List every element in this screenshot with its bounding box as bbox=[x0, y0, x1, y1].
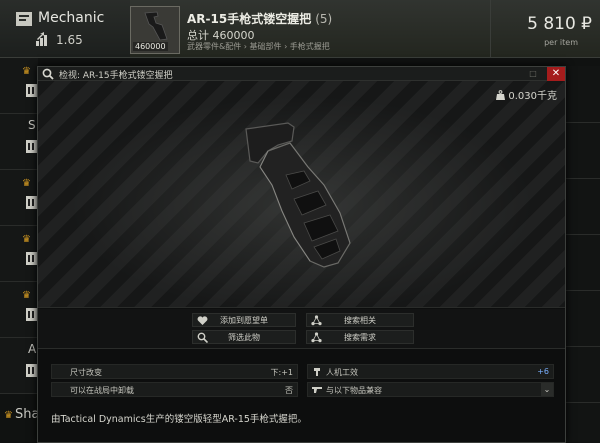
thumb-count: 460000 bbox=[133, 42, 168, 51]
search-needs-button[interactable]: 搜索需求 bbox=[306, 330, 414, 344]
divider bbox=[566, 402, 600, 403]
container-icon bbox=[26, 140, 37, 153]
offer-price-box: 5 810 ₽ per item bbox=[490, 0, 600, 58]
item-description: 由Tactical Dynamics生产的镂空版轻型AR-15手枪式握把。 bbox=[51, 414, 307, 425]
divider bbox=[566, 290, 600, 291]
item-stats: 尺寸改变 下:+1 人机工效 +6 可以在战局中卸载 否 与以下物品兼容 ⌄ bbox=[38, 350, 565, 400]
pistol-grip-render[interactable] bbox=[228, 115, 378, 275]
crown-icon: ♛ bbox=[22, 178, 31, 189]
trader-standing: 1.65 bbox=[56, 33, 83, 47]
container-icon bbox=[26, 364, 37, 377]
stat-removable-in-raid: 可以在战局中卸载 否 bbox=[51, 382, 298, 397]
list-item[interactable]: ♛ bbox=[0, 170, 38, 226]
search-related-label: 搜索相关 bbox=[344, 316, 376, 325]
search-needs-label: 搜索需求 bbox=[344, 333, 376, 342]
list-item[interactable]: A bbox=[0, 338, 38, 394]
hand-icon bbox=[314, 368, 320, 376]
list-item[interactable]: ♛ bbox=[0, 282, 38, 338]
row-letter: A bbox=[28, 342, 37, 356]
offer-title[interactable]: AR-15手枪式镂空握把 (5) bbox=[187, 10, 332, 27]
magnifier-icon bbox=[42, 68, 54, 80]
trader-name: Mechanic bbox=[38, 10, 105, 26]
bottom-row-text: Sha bbox=[14, 407, 40, 422]
background-right-strip bbox=[566, 66, 600, 443]
item-actions: 添加到愿望单 搜索相关 筛选此物 搜索需求 bbox=[38, 309, 565, 349]
crown-icon: ♛ bbox=[4, 410, 13, 421]
stat-label: 人机工效 bbox=[326, 368, 358, 377]
stat-value: 否 bbox=[285, 386, 293, 395]
offer-title-text: AR-15手枪式镂空握把 bbox=[187, 12, 312, 26]
trader-icon bbox=[16, 12, 32, 26]
per-item-label: per item bbox=[544, 38, 578, 47]
list-item[interactable]: ♛ bbox=[0, 226, 38, 282]
divider bbox=[566, 234, 600, 235]
stat-label: 可以在战局中卸载 bbox=[70, 386, 134, 395]
bottom-row-label[interactable]: ♛ Sha bbox=[0, 407, 39, 422]
divider bbox=[566, 346, 600, 347]
add-to-wishlist-button[interactable]: 添加到愿望单 bbox=[192, 313, 296, 327]
stat-label: 尺寸改变 bbox=[70, 368, 102, 377]
crown-icon: ♛ bbox=[22, 290, 31, 301]
stat-ergonomics: 人机工效 +6 bbox=[307, 364, 554, 379]
trader-header[interactable]: Mechanic 1.65 bbox=[0, 0, 130, 58]
search-related-button[interactable]: 搜索相关 bbox=[306, 313, 414, 327]
inspect-titlebar[interactable]: 检视: AR-15手枪式镂空握把 □ ✕ bbox=[38, 67, 565, 81]
offer-quantity: (5) bbox=[315, 12, 333, 26]
item-weight-value: 0.030千克 bbox=[508, 91, 557, 102]
offer-price: 5 810 ₽ bbox=[527, 14, 592, 34]
filter-by-item-label: 筛选此物 bbox=[228, 333, 260, 342]
filter-by-item-button[interactable]: 筛选此物 bbox=[192, 330, 296, 344]
stat-compatible-with[interactable]: 与以下物品兼容 ⌄ bbox=[307, 382, 554, 397]
pistol-grip-icon bbox=[144, 11, 168, 41]
container-icon bbox=[26, 196, 37, 209]
gun-icon bbox=[312, 387, 322, 393]
inspect-window: 检视: AR-15手枪式镂空握把 □ ✕ 0.030千克 添加到愿望单 搜索相关… bbox=[37, 66, 566, 443]
item-weight: 0.030千克 bbox=[496, 87, 557, 102]
stat-value: 下:+1 bbox=[270, 368, 294, 377]
offer-category-breadcrumb: 武器零件&配件 › 基础部件 › 手枪式握把 bbox=[187, 42, 330, 51]
weight-icon bbox=[496, 90, 506, 100]
stat-size-change: 尺寸改变 下:+1 bbox=[51, 364, 298, 379]
container-icon bbox=[26, 84, 37, 97]
add-to-wishlist-label: 添加到愿望单 bbox=[220, 316, 268, 325]
offer-item-thumbnail[interactable]: 460000 bbox=[130, 6, 180, 54]
divider bbox=[566, 178, 600, 179]
flea-offer-card[interactable]: 460000 AR-15手枪式镂空握把 (5) 总计 460000 武器零件&配件… bbox=[130, 0, 600, 58]
minimize-button[interactable]: □ bbox=[528, 69, 538, 79]
crown-icon: ♛ bbox=[22, 234, 31, 245]
container-icon bbox=[26, 308, 37, 321]
stat-value: +6 bbox=[537, 367, 549, 376]
item-preview-area[interactable]: 0.030千克 bbox=[38, 81, 565, 308]
row-letter: S bbox=[28, 118, 36, 132]
chevron-down-icon[interactable]: ⌄ bbox=[541, 383, 553, 396]
container-icon bbox=[26, 252, 37, 265]
close-button[interactable]: ✕ bbox=[547, 67, 565, 81]
inspect-window-title: 检视: AR-15手枪式镂空握把 bbox=[59, 71, 173, 81]
crown-icon: ♛ bbox=[22, 66, 31, 77]
standing-bars-icon bbox=[36, 32, 47, 46]
list-item[interactable]: ♛ bbox=[0, 58, 38, 114]
list-item[interactable]: S bbox=[0, 114, 38, 170]
stat-label: 与以下物品兼容 bbox=[326, 386, 382, 395]
divider bbox=[566, 122, 600, 123]
